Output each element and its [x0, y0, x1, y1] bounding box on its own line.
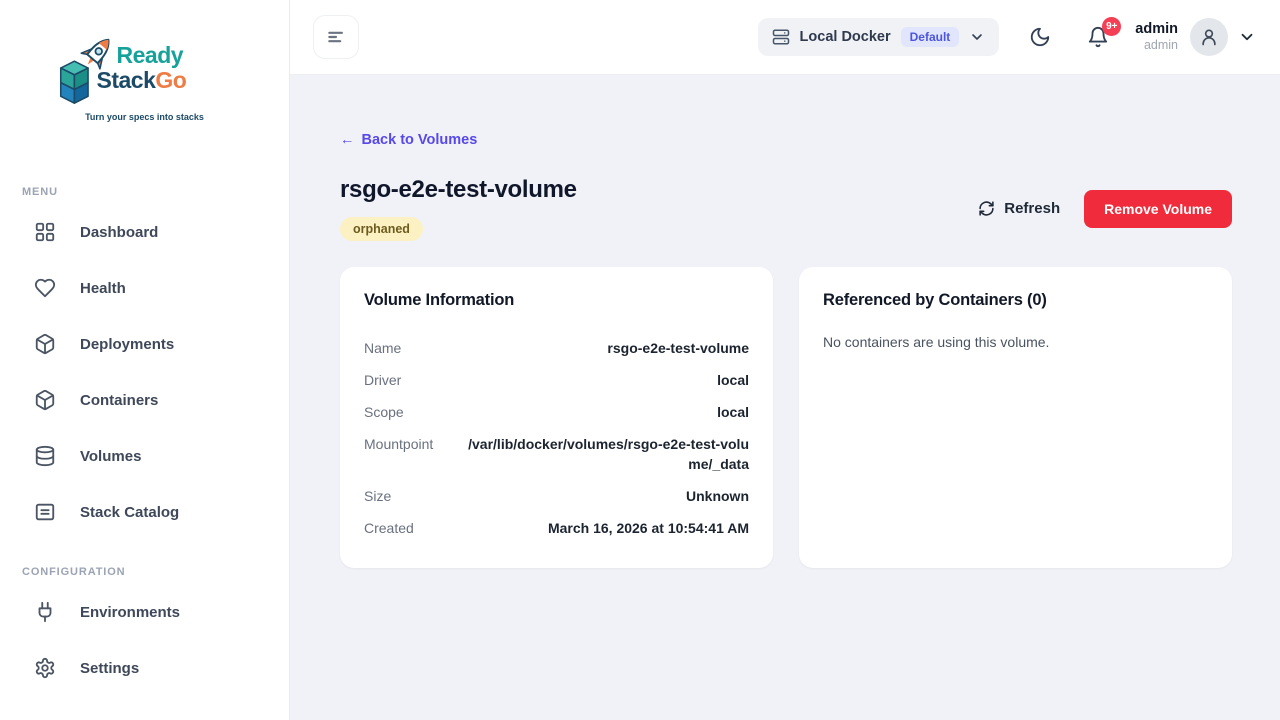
main-area: Local Docker Default 9+ admin: [290, 0, 1280, 720]
catalog-icon: [34, 501, 56, 523]
sidebar: Ready StackGo Turn your specs into stack…: [0, 0, 290, 720]
sidebar-item-stack-catalog[interactable]: Stack Catalog: [0, 484, 289, 540]
heart-icon: [34, 277, 56, 299]
info-label: Driver: [364, 370, 401, 390]
topbar: Local Docker Default 9+ admin: [290, 0, 1280, 75]
user-name: admin: [1135, 21, 1178, 38]
sidebar-item-health[interactable]: Health: [0, 260, 289, 316]
info-row-driver: Driver local: [364, 364, 749, 396]
sidebar-item-deployments[interactable]: Deployments: [0, 316, 289, 372]
sidebar-nav-menu: Dashboard Health Deployments Containers: [0, 204, 289, 540]
page-title: rsgo-e2e-test-volume: [340, 176, 577, 204]
plug-icon: [34, 601, 56, 623]
sidebar-toggle-button[interactable]: [313, 15, 359, 59]
status-badge: orphaned: [340, 217, 423, 241]
info-label: Created: [364, 518, 414, 538]
user-text: admin admin: [1135, 21, 1178, 53]
notification-count-badge: 9+: [1102, 17, 1121, 36]
card-title: Referenced by Containers (0): [823, 291, 1208, 310]
server-icon: [772, 28, 790, 46]
info-value: /var/lib/docker/volumes/rsgo-e2e-test-vo…: [457, 434, 749, 474]
info-value: rsgo-e2e-test-volume: [607, 338, 749, 358]
info-label: Size: [364, 486, 391, 506]
environment-default-badge: Default: [901, 27, 960, 47]
user-menu[interactable]: admin admin: [1135, 18, 1256, 56]
info-value: March 16, 2026 at 10:54:41 AM: [548, 518, 749, 538]
sidebar-item-label: Dashboard: [80, 224, 158, 241]
info-label: Scope: [364, 402, 404, 422]
brand-logo: Ready StackGo Turn your specs into stack…: [45, 30, 245, 130]
box-icon: [34, 389, 56, 411]
dashboard-icon: [34, 221, 56, 243]
sidebar-item-label: Health: [80, 280, 126, 297]
info-value: Unknown: [686, 486, 749, 506]
info-value: local: [717, 402, 749, 422]
brand-name-ready: Ready: [117, 42, 184, 69]
sidebar-item-label: Settings: [80, 660, 139, 677]
sidebar-item-environments[interactable]: Environments: [0, 584, 289, 640]
back-to-volumes-link[interactable]: ← Back to Volumes: [340, 132, 477, 148]
sidebar-item-label: Environments: [80, 604, 180, 621]
sidebar-item-label: Stack Catalog: [80, 504, 179, 521]
sidebar-nav-configuration: Environments Settings: [0, 584, 289, 696]
info-label: Name: [364, 338, 401, 358]
arrow-left-icon: ←: [340, 132, 355, 148]
database-icon: [34, 445, 56, 467]
sidebar-section-menu: MENU: [0, 186, 289, 198]
sidebar-item-dashboard[interactable]: Dashboard: [0, 204, 289, 260]
brand-tagline: Turn your specs into stacks: [45, 112, 245, 122]
environment-selector[interactable]: Local Docker Default: [758, 18, 1000, 56]
page-container: ← Back to Volumes rsgo-e2e-test-volume or…: [340, 131, 1232, 568]
info-row-mountpoint: Mountpoint /var/lib/docker/volumes/rsgo-…: [364, 428, 749, 480]
info-row-created: Created March 16, 2026 at 10:54:41 AM: [364, 512, 749, 544]
sidebar-item-label: Containers: [80, 392, 158, 409]
dark-mode-toggle[interactable]: [1029, 26, 1051, 48]
page-header: rsgo-e2e-test-volume orphaned Refresh Re…: [340, 176, 1232, 241]
page-title-block: rsgo-e2e-test-volume orphaned: [340, 176, 577, 241]
remove-volume-button[interactable]: Remove Volume: [1084, 190, 1232, 228]
info-row-name: Name rsgo-e2e-test-volume: [364, 332, 749, 364]
empty-state-message: No containers are using this volume.: [823, 332, 1208, 352]
user-role: admin: [1135, 38, 1178, 53]
refresh-button[interactable]: Refresh: [978, 200, 1060, 217]
brand-name-stackgo: StackGo: [97, 67, 187, 94]
refresh-icon: [978, 200, 995, 217]
sidebar-section-configuration: CONFIGURATION: [0, 566, 289, 578]
info-row-scope: Scope local: [364, 396, 749, 428]
cards-grid: Volume Information Name rsgo-e2e-test-vo…: [340, 267, 1232, 568]
sidebar-item-label: Deployments: [80, 336, 174, 353]
user-icon: [1199, 27, 1219, 47]
sidebar-item-volumes[interactable]: Volumes: [0, 428, 289, 484]
gear-icon: [34, 657, 56, 679]
info-row-size: Size Unknown: [364, 480, 749, 512]
referenced-containers-card: Referenced by Containers (0) No containe…: [799, 267, 1232, 568]
card-title: Volume Information: [364, 291, 749, 310]
menu-icon: [326, 27, 346, 47]
chevron-down-icon: [1238, 28, 1256, 46]
refresh-label: Refresh: [1004, 200, 1060, 217]
avatar: [1190, 18, 1228, 56]
page-content: ← Back to Volumes rsgo-e2e-test-volume or…: [290, 75, 1280, 720]
environment-name: Local Docker: [800, 29, 891, 45]
app-root: Ready StackGo Turn your specs into stack…: [0, 0, 1280, 720]
header-actions: Refresh Remove Volume: [978, 190, 1232, 228]
info-value: local: [717, 370, 749, 390]
moon-icon: [1029, 26, 1051, 48]
info-label: Mountpoint: [364, 434, 433, 454]
sidebar-item-label: Volumes: [80, 448, 141, 465]
volume-information-card: Volume Information Name rsgo-e2e-test-vo…: [340, 267, 773, 568]
sidebar-item-containers[interactable]: Containers: [0, 372, 289, 428]
box-icon: [34, 333, 56, 355]
chevron-down-icon: [969, 29, 985, 45]
notifications-button[interactable]: 9+: [1087, 26, 1109, 48]
back-link-label: Back to Volumes: [362, 132, 478, 148]
sidebar-item-settings[interactable]: Settings: [0, 640, 289, 696]
